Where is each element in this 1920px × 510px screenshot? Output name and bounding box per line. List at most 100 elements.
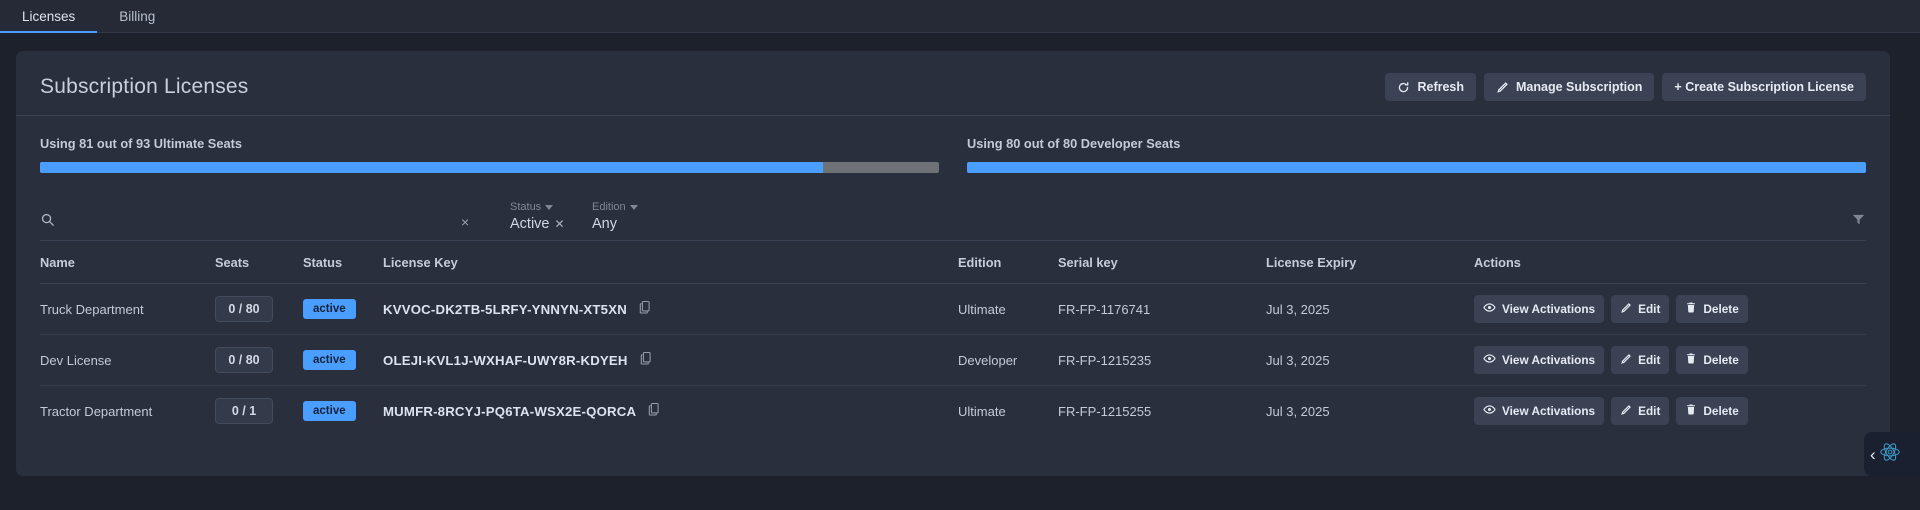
cell-serial-key: FR-FP-1176741 bbox=[1058, 283, 1266, 335]
tab-licenses-label: Licenses bbox=[22, 8, 76, 24]
seat-usage-ultimate-fill bbox=[40, 162, 824, 173]
cell-status: active bbox=[303, 334, 383, 386]
col-license-key[interactable]: License Key bbox=[383, 241, 958, 284]
copy-icon[interactable] bbox=[640, 351, 653, 369]
cell-license-key: OLEJI-KVL1J-WXHAF-UWY8R-KDYEH bbox=[383, 334, 958, 386]
filter-facet-edition-name: Edition bbox=[592, 201, 674, 213]
cell-actions: View Activations Edit Delete bbox=[1474, 283, 1866, 335]
col-status[interactable]: Status bbox=[303, 241, 383, 284]
edit-button[interactable]: Edit bbox=[1611, 295, 1670, 323]
col-edition[interactable]: Edition bbox=[958, 241, 1058, 284]
delete-button[interactable]: Delete bbox=[1676, 397, 1748, 425]
trash-icon bbox=[1685, 403, 1697, 419]
manage-subscription-label: Manage Subscription bbox=[1516, 80, 1643, 94]
filter-facet-edition-value: Any bbox=[592, 216, 617, 232]
delete-button[interactable]: Delete bbox=[1676, 346, 1748, 374]
cell-serial-key: FR-FP-1215235 bbox=[1058, 334, 1266, 386]
table-row: Truck Department 0 / 80 active KVVOC-DK2TB-… bbox=[40, 283, 1866, 335]
status-badge: active bbox=[303, 350, 356, 370]
cell-license-expiry: Jul 3, 2025 bbox=[1266, 334, 1474, 386]
cell-seats: 0 / 1 bbox=[215, 386, 303, 437]
view-activations-button[interactable]: View Activations bbox=[1474, 346, 1605, 374]
chevron-down-icon bbox=[629, 204, 638, 210]
cell-actions: View Activations Edit Delete bbox=[1474, 386, 1866, 437]
pencil-icon bbox=[1620, 302, 1632, 317]
table-row: Tractor Department 0 / 1 active MUMFR-8RCYJ… bbox=[40, 386, 1866, 437]
cell-license-key: MUMFR-8RCYJ-PQ6TA-WSX2E-QORCA bbox=[383, 386, 958, 437]
copy-icon[interactable] bbox=[648, 402, 661, 420]
refresh-label: Refresh bbox=[1417, 80, 1465, 94]
cell-edition: Ultimate bbox=[958, 283, 1058, 335]
cell-license-key: KVVOC-DK2TB-5LRFY-YNNYN-XT5XN bbox=[383, 283, 958, 335]
refresh-icon bbox=[1397, 81, 1410, 94]
search-clear-button[interactable]: × bbox=[461, 215, 469, 229]
devtools-toggle[interactable]: ‹ bbox=[1864, 432, 1920, 476]
create-subscription-license-label: + Create Subscription License bbox=[1674, 80, 1854, 94]
filter-funnel-icon[interactable] bbox=[1851, 212, 1866, 240]
pencil-icon bbox=[1620, 404, 1632, 419]
filter-facet-status-clear[interactable]: ✕ bbox=[555, 217, 565, 231]
delete-button[interactable]: Delete bbox=[1676, 295, 1748, 323]
col-seats[interactable]: Seats bbox=[215, 241, 303, 284]
cell-edition: Ultimate bbox=[958, 403, 1006, 419]
status-badge: active bbox=[303, 299, 356, 319]
search-icon bbox=[40, 212, 55, 232]
view-activations-button[interactable]: View Activations bbox=[1474, 295, 1605, 323]
cell-name: Tractor Department bbox=[40, 403, 153, 419]
status-badge: active bbox=[303, 401, 356, 421]
col-license-expiry[interactable]: License Expiry bbox=[1266, 241, 1474, 284]
delete-label: Delete bbox=[1703, 404, 1739, 418]
col-serial-key[interactable]: Serial key bbox=[1058, 241, 1266, 284]
edit-label: Edit bbox=[1638, 353, 1661, 367]
search-input[interactable] bbox=[63, 214, 453, 230]
col-name[interactable]: Name bbox=[40, 241, 215, 284]
cell-name: Truck Department bbox=[40, 283, 215, 335]
copy-icon[interactable] bbox=[639, 300, 652, 318]
header-actions: Refresh Manage Subscription + Create Sub… bbox=[1385, 73, 1866, 101]
cell-license-expiry: Jul 3, 2025 bbox=[1266, 403, 1330, 419]
view-activations-button[interactable]: View Activations bbox=[1474, 397, 1605, 425]
filter-facet-edition-value-wrap: Any bbox=[592, 216, 674, 232]
cell-seats: 0 / 80 bbox=[215, 283, 303, 335]
delete-label: Delete bbox=[1703, 353, 1739, 367]
seat-usage-developer: Using 80 out of 80 Developer Seats bbox=[967, 136, 1866, 173]
manage-subscription-button[interactable]: Manage Subscription bbox=[1484, 73, 1655, 101]
react-atom-icon bbox=[1879, 441, 1901, 468]
filter-facet-status-value: Active bbox=[510, 216, 550, 232]
pencil-icon bbox=[1496, 81, 1509, 94]
refresh-button[interactable]: Refresh bbox=[1385, 73, 1477, 101]
filter-facet-edition[interactable]: Edition Any bbox=[592, 201, 674, 240]
edit-button[interactable]: Edit bbox=[1611, 397, 1670, 425]
filter-facet-status-name: Status bbox=[510, 201, 592, 213]
cell-license-expiry: Jul 3, 2025 bbox=[1266, 283, 1474, 335]
eye-icon bbox=[1483, 403, 1496, 419]
filter-row: × Status Active ✕ Edition Any bbox=[40, 197, 1866, 241]
table-row: Dev License 0 / 80 active OLEJI-KVL1J-WXHAF… bbox=[40, 334, 1866, 386]
edit-button[interactable]: Edit bbox=[1611, 346, 1670, 374]
filter-facet-edition-title: Edition bbox=[592, 201, 626, 213]
chevron-left-icon: ‹ bbox=[1870, 444, 1876, 464]
create-subscription-license-button[interactable]: + Create Subscription License bbox=[1662, 73, 1866, 101]
cell-status: active bbox=[303, 283, 383, 335]
col-actions: Actions bbox=[1474, 241, 1866, 284]
page-title: Subscription Licenses bbox=[40, 75, 249, 98]
pencil-icon bbox=[1620, 353, 1632, 368]
trash-icon bbox=[1685, 352, 1697, 368]
cell-name: Dev License bbox=[40, 334, 215, 386]
seat-usage-ultimate-track bbox=[40, 162, 939, 173]
tab-licenses[interactable]: Licenses bbox=[0, 0, 98, 33]
filter-facet-status-value-wrap: Active ✕ bbox=[510, 216, 592, 232]
cell-serial-key: FR-FP-1215255 bbox=[1058, 403, 1152, 419]
seats-pill: 0 / 80 bbox=[215, 296, 273, 322]
tab-billing[interactable]: Billing bbox=[97, 0, 177, 32]
seat-usage-section: Using 81 out of 93 Ultimate Seats Using … bbox=[16, 116, 1890, 177]
card-header: Subscription Licenses Refresh Manage Sub… bbox=[16, 51, 1890, 116]
seat-usage-ultimate-label: Using 81 out of 93 Ultimate Seats bbox=[40, 136, 242, 151]
seats-pill: 0 / 80 bbox=[215, 347, 273, 373]
table-header-row: Name Seats Status License Key Edition Se… bbox=[40, 241, 1866, 284]
filter-facet-status-title: Status bbox=[510, 201, 542, 213]
license-key-text: KVVOC-DK2TB-5LRFY-YNNYN-XT5XN bbox=[383, 301, 627, 317]
filter-facet-status[interactable]: Status Active ✕ bbox=[510, 201, 592, 240]
cell-seats: 0 / 80 bbox=[215, 334, 303, 386]
licenses-table-body: Truck Department 0 / 80 active KVVOC-DK2TB-… bbox=[40, 283, 1866, 437]
